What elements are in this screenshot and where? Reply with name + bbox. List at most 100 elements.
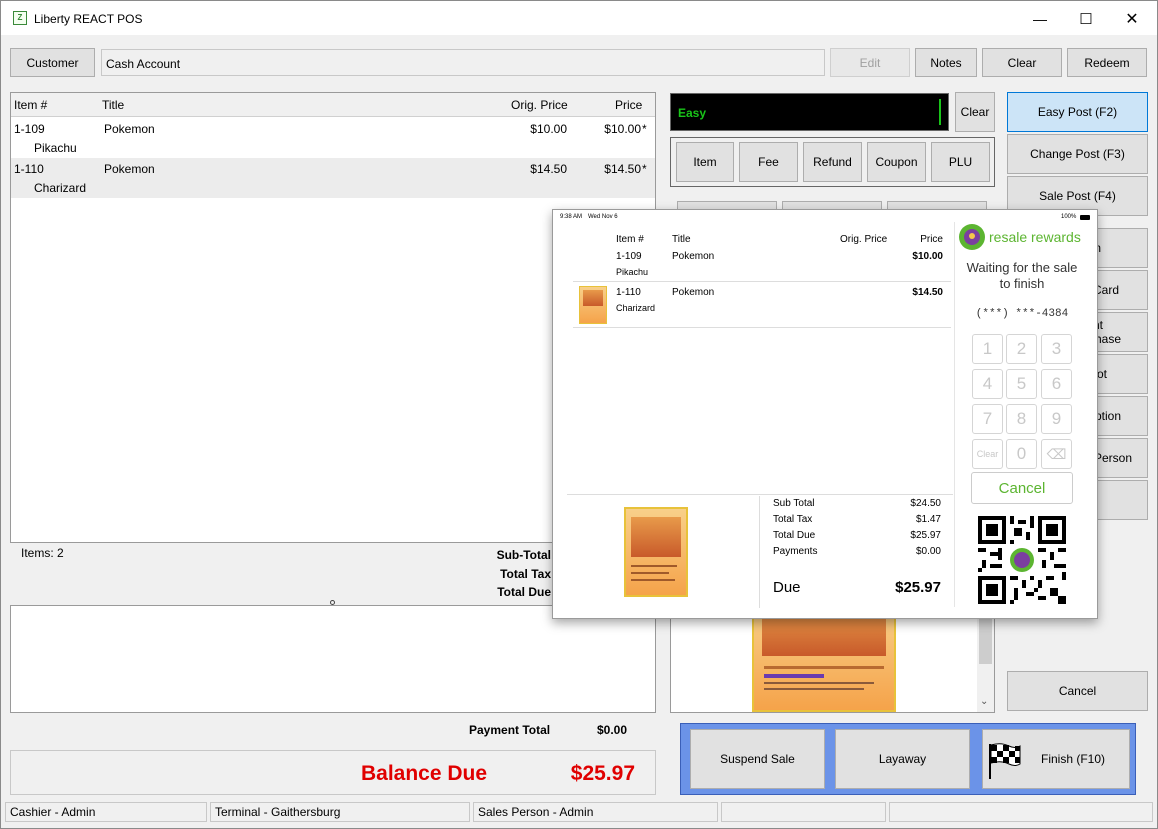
balance-due-label: Balance Due — [361, 762, 488, 785]
keypad-3[interactable]: 3 — [1041, 334, 1072, 364]
row-subtitle: Pikachu — [34, 141, 77, 155]
keypad-clear[interactable]: Clear — [972, 439, 1003, 469]
clear-customer-button[interactable]: Clear — [982, 48, 1062, 77]
cd-cancel-button[interactable]: Cancel — [971, 472, 1073, 504]
balance-due-value: $25.97 — [570, 762, 635, 785]
notes-button[interactable]: Notes — [915, 48, 977, 77]
customer-phone: (***) ***-4384 — [975, 308, 1069, 320]
waiting-text-line-2: to finish — [999, 276, 1045, 291]
entry-input[interactable]: Easy — [670, 93, 949, 131]
keypad-7[interactable]: 7 — [972, 404, 1003, 434]
fee-type-button[interactable]: Fee — [739, 142, 798, 182]
close-icon: ✕ — [1125, 11, 1139, 28]
edit-button[interactable]: Edit — [830, 48, 910, 77]
header-price: Price — [615, 98, 643, 112]
keypad-1[interactable]: 1 — [972, 334, 1003, 364]
pos-window: Z Liberty REACT POS — ☐ ✕ Customer Cash … — [0, 0, 1158, 829]
subtotal-label: Sub-Total — [496, 548, 551, 562]
cd-total-due-value: $25.97 — [910, 530, 941, 541]
account-value: Cash Account — [106, 57, 181, 71]
checkered-flag-icon — [989, 743, 1021, 779]
keypad-6[interactable]: 6 — [1041, 369, 1072, 399]
list-item: 1-109 Pokemon Pikachu $10.00 — [573, 248, 951, 282]
customer-button[interactable]: Customer — [10, 48, 95, 77]
row-subtitle: Charizard — [34, 181, 87, 195]
header-orig-price: Orig. Price — [511, 98, 568, 112]
keypad-2[interactable]: 2 — [1006, 334, 1037, 364]
table-row[interactable]: 1-109 Pokemon Pikachu $10.00 $10.00 * — [11, 118, 655, 158]
row-price: $10.00 — [604, 122, 641, 136]
entry-cursor — [939, 99, 941, 125]
status-cashier: Cashier - Admin — [5, 802, 207, 822]
entry-type-group: Item Fee Refund Coupon PLU — [670, 137, 995, 187]
cd-payments-label: Payments — [773, 546, 818, 557]
cd-row-price: $10.00 — [912, 251, 943, 262]
layaway-button[interactable]: Layaway — [835, 729, 970, 789]
row-title: Pokemon — [104, 162, 155, 176]
table-row[interactable]: 1-110 Pokemon Charizard $14.50 $14.50 * — [11, 158, 655, 198]
item-type-button[interactable]: Item — [676, 142, 734, 182]
preview-card-image — [752, 606, 896, 712]
list-item: 1-110 Pokemon Charizard $14.50 — [573, 282, 951, 328]
keypad-9[interactable]: 9 — [1041, 404, 1072, 434]
grid-header: Item # Title Orig. Price Price — [11, 93, 655, 117]
row-item: 1-110 — [14, 162, 44, 176]
redeem-button[interactable]: Redeem — [1067, 48, 1147, 77]
cd-tax-value: $1.47 — [915, 514, 941, 525]
total-tax-label: Total Tax — [500, 567, 551, 581]
maximize-button[interactable]: ☐ — [1063, 5, 1109, 33]
side-button-8-label: ption — [1094, 409, 1121, 423]
keypad-8[interactable]: 8 — [1006, 404, 1037, 434]
keypad-0[interactable]: 0 — [1006, 439, 1037, 469]
cd-due-value: $25.97 — [895, 579, 941, 596]
cd-status-date: Wed Nov 6 — [588, 214, 618, 220]
status-terminal: Terminal - Gaithersburg — [210, 802, 470, 822]
scroll-down-icon[interactable]: ⌄ — [980, 696, 988, 707]
close-button[interactable]: ✕ — [1109, 5, 1155, 33]
preview-scrollbar[interactable]: ⌄ — [977, 606, 994, 712]
cancel-sale-button[interactable]: Cancel — [1007, 671, 1148, 711]
keypad-4[interactable]: 4 — [972, 369, 1003, 399]
side-button-7-label: ot — [1096, 367, 1107, 381]
clear-entry-button[interactable]: Clear — [955, 92, 995, 132]
rewards-brand: resale rewards — [989, 229, 1081, 245]
total-due-label: Total Due — [497, 585, 551, 599]
qr-code-icon — [978, 516, 1066, 604]
cd-row-title: Pokemon — [672, 251, 715, 262]
cd-header-item: Item # — [616, 234, 644, 245]
cd-row-item: 1-109 — [616, 251, 642, 262]
status-empty-1 — [721, 802, 886, 822]
easy-post-button[interactable]: Easy Post (F2) — [1007, 92, 1148, 132]
minimize-icon: — — [1033, 11, 1047, 27]
finish-label: Finish (F10) — [1040, 752, 1105, 766]
change-post-button[interactable]: Change Post (F3) — [1007, 134, 1148, 174]
minimize-button[interactable]: — — [1017, 5, 1063, 33]
header-item: Item # — [14, 98, 48, 112]
image-preview-panel: ⌄ — [670, 605, 995, 713]
payment-total-label: Payment Total — [469, 723, 551, 737]
keypad-5[interactable]: 5 — [1006, 369, 1037, 399]
entry-value: Easy — [678, 106, 707, 120]
app-logo-icon: Z — [13, 11, 27, 25]
row-orig-price: $10.00 — [530, 122, 567, 136]
payment-total-value: $0.00 — [596, 723, 627, 737]
side-button-6-label-b: hase — [1094, 332, 1121, 346]
notes-panel[interactable] — [10, 605, 656, 713]
backspace-icon[interactable]: ⌫ — [1041, 439, 1072, 469]
cd-row-title: Pokemon — [672, 287, 715, 298]
side-button-9-label: Person — [1093, 451, 1132, 465]
customer-display-window: 9:38 AM Wed Nov 6 100% Item # Title Orig… — [552, 209, 1098, 619]
customer-account-field[interactable]: Cash Account — [101, 49, 825, 76]
maximize-icon: ☐ — [1079, 11, 1093, 28]
finish-button[interactable]: Finish (F10) — [982, 729, 1130, 789]
battery-icon — [1080, 215, 1090, 220]
charizard-card-image — [624, 507, 688, 597]
suspend-sale-button[interactable]: Suspend Sale — [690, 729, 825, 789]
items-count: Items: 2 — [21, 546, 64, 560]
cd-row-subtitle: Pikachu — [616, 267, 649, 277]
row-price-flag: * — [642, 122, 647, 136]
coupon-type-button[interactable]: Coupon — [867, 142, 926, 182]
plu-type-button[interactable]: PLU — [931, 142, 990, 182]
balance-panel: Balance Due $25.97 — [10, 750, 656, 795]
refund-type-button[interactable]: Refund — [803, 142, 862, 182]
